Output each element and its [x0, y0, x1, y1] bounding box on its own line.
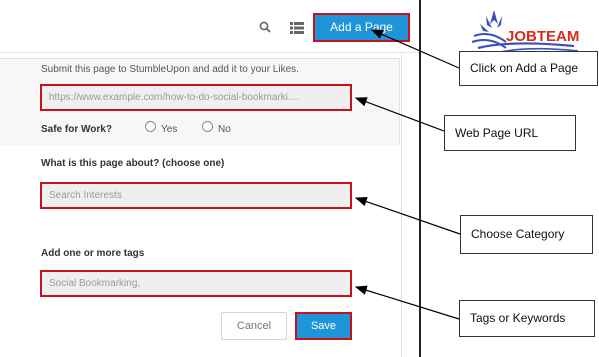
top-toolbar: Add a Page — [0, 0, 419, 53]
callout-category: Choose Category — [460, 215, 593, 254]
tags-label: Add one or more tags — [41, 248, 145, 259]
scrollbar[interactable] — [401, 52, 402, 357]
search-icon[interactable] — [259, 21, 271, 33]
callout-add-page: Click on Add a Page — [459, 51, 598, 86]
page-about-label: What is this page about? (choose one) — [41, 158, 225, 169]
save-button[interactable]: Save — [295, 312, 352, 340]
safe-no-radio[interactable] — [202, 121, 213, 132]
safe-for-work-label: Safe for Work? — [41, 124, 112, 135]
callout-tags: Tags or Keywords — [459, 300, 595, 337]
tags-input[interactable]: Social Bookmarking, — [40, 270, 352, 297]
callout-url: Web Page URL — [444, 115, 576, 151]
safe-yes-label: Yes — [161, 124, 178, 135]
safe-no-label: No — [218, 124, 231, 135]
add-a-page-button[interactable]: Add a Page — [313, 13, 410, 42]
page-url-field[interactable]: https://www.example.com/how-to-do-social… — [40, 84, 352, 111]
search-interests-input[interactable]: Search Interests — [40, 182, 352, 209]
cancel-button[interactable]: Cancel — [221, 312, 287, 340]
safe-yes-radio[interactable] — [145, 121, 156, 132]
screenshot-panel: Add a Page Submit this page to StumbleUp… — [0, 0, 421, 357]
jobteam-logo-text: JOBTEAM — [506, 28, 580, 45]
list-view-icon[interactable] — [290, 22, 304, 34]
submit-intro-text: Submit this page to StumbleUpon and add … — [41, 64, 299, 75]
